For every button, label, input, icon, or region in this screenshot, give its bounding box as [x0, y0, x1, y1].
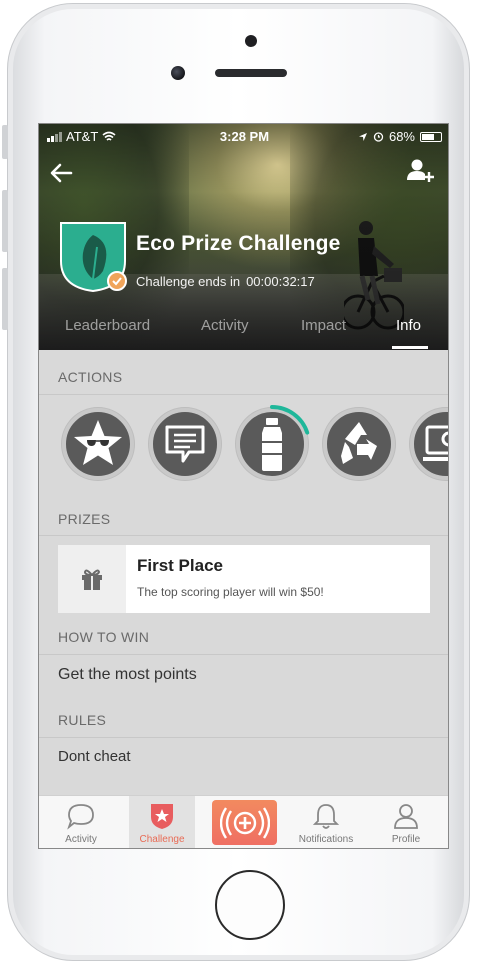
active-tab-indicator [392, 346, 428, 349]
tab-impact[interactable]: Impact [301, 317, 346, 334]
nav-profile-label: Profile [391, 834, 421, 845]
bottom-navigation: Activity Challenge Notifications Profile [39, 795, 448, 848]
nav-notifications-label: Notifications [298, 834, 354, 845]
nav-challenge[interactable]: Challenge [129, 796, 195, 848]
nav-profile[interactable]: Profile [375, 796, 437, 848]
back-arrow-icon[interactable] [47, 160, 75, 186]
star-sunglasses-icon [74, 420, 122, 465]
chat-bubble-icon [67, 804, 94, 830]
broadcast-plus-icon [219, 806, 270, 839]
how-to-win-header: HOW TO WIN [58, 629, 150, 645]
user-icon [394, 804, 418, 829]
prize-description: The top scoring player will win $50! [137, 585, 324, 599]
alarm-icon [373, 132, 384, 142]
actions-header: ACTIONS [58, 369, 123, 385]
nav-notifications[interactable]: Notifications [285, 796, 367, 848]
challenge-header: AT&T 3:28 PM 68% Eco Prize Challenge Cha… [39, 124, 448, 350]
action-computer-settings[interactable] [410, 408, 448, 480]
nav-challenge-label: Challenge [139, 834, 185, 845]
tab-leaderboard[interactable]: Leaderboard [65, 317, 150, 334]
bottle-progress-ring [270, 405, 310, 435]
prizes-header: PRIZES [58, 511, 111, 527]
ends-label: Challenge ends in [136, 274, 241, 289]
challenge-countdown: Challenge ends in 00:00:32:17 [136, 274, 315, 289]
front-camera [171, 66, 185, 80]
status-bar: AT&T 3:28 PM 68% [39, 126, 448, 146]
action-recycle[interactable] [323, 408, 395, 480]
star-shield-icon [151, 804, 173, 829]
challenge-badge-icon [60, 222, 127, 293]
tab-activity[interactable]: Activity [201, 317, 249, 334]
battery-icon [420, 131, 442, 142]
mute-switch [2, 125, 8, 159]
challenge-title: Eco Prize Challenge [136, 232, 341, 255]
how-to-win-text: Get the most points [58, 666, 197, 683]
countdown-timer: 00:00:32:17 [246, 274, 315, 289]
recycle-icon [341, 422, 377, 464]
add-user-icon[interactable] [406, 158, 436, 184]
volume-down-button [2, 268, 8, 330]
battery-percent: 68% [388, 129, 415, 144]
proximity-sensor [245, 35, 257, 47]
earpiece-speaker [215, 69, 287, 77]
nav-activity-label: Activity [65, 834, 97, 845]
broadcast-plus-button[interactable] [212, 800, 277, 845]
action-star[interactable] [62, 408, 134, 480]
rules-header: RULES [58, 712, 107, 728]
message-icon [165, 425, 205, 463]
location-arrow-icon [358, 132, 367, 141]
home-button[interactable] [215, 870, 285, 940]
volume-up-button [2, 190, 8, 252]
tab-info[interactable]: Info [396, 317, 421, 334]
actions-list [39, 394, 448, 490]
gift-icon [82, 569, 102, 590]
prize-title: First Place [137, 556, 223, 575]
prize-card[interactable]: First Place The top scoring player will … [58, 545, 430, 613]
app-screen: AT&T 3:28 PM 68% Eco Prize Challenge Cha… [38, 123, 449, 849]
tab-bar: Leaderboard Activity Impact Info [39, 317, 448, 350]
bell-icon [313, 804, 339, 829]
action-message[interactable] [149, 408, 221, 480]
rules-text: Dont cheat [58, 748, 131, 765]
computer-settings-icon [423, 425, 448, 461]
nav-activity[interactable]: Activity [39, 796, 123, 848]
